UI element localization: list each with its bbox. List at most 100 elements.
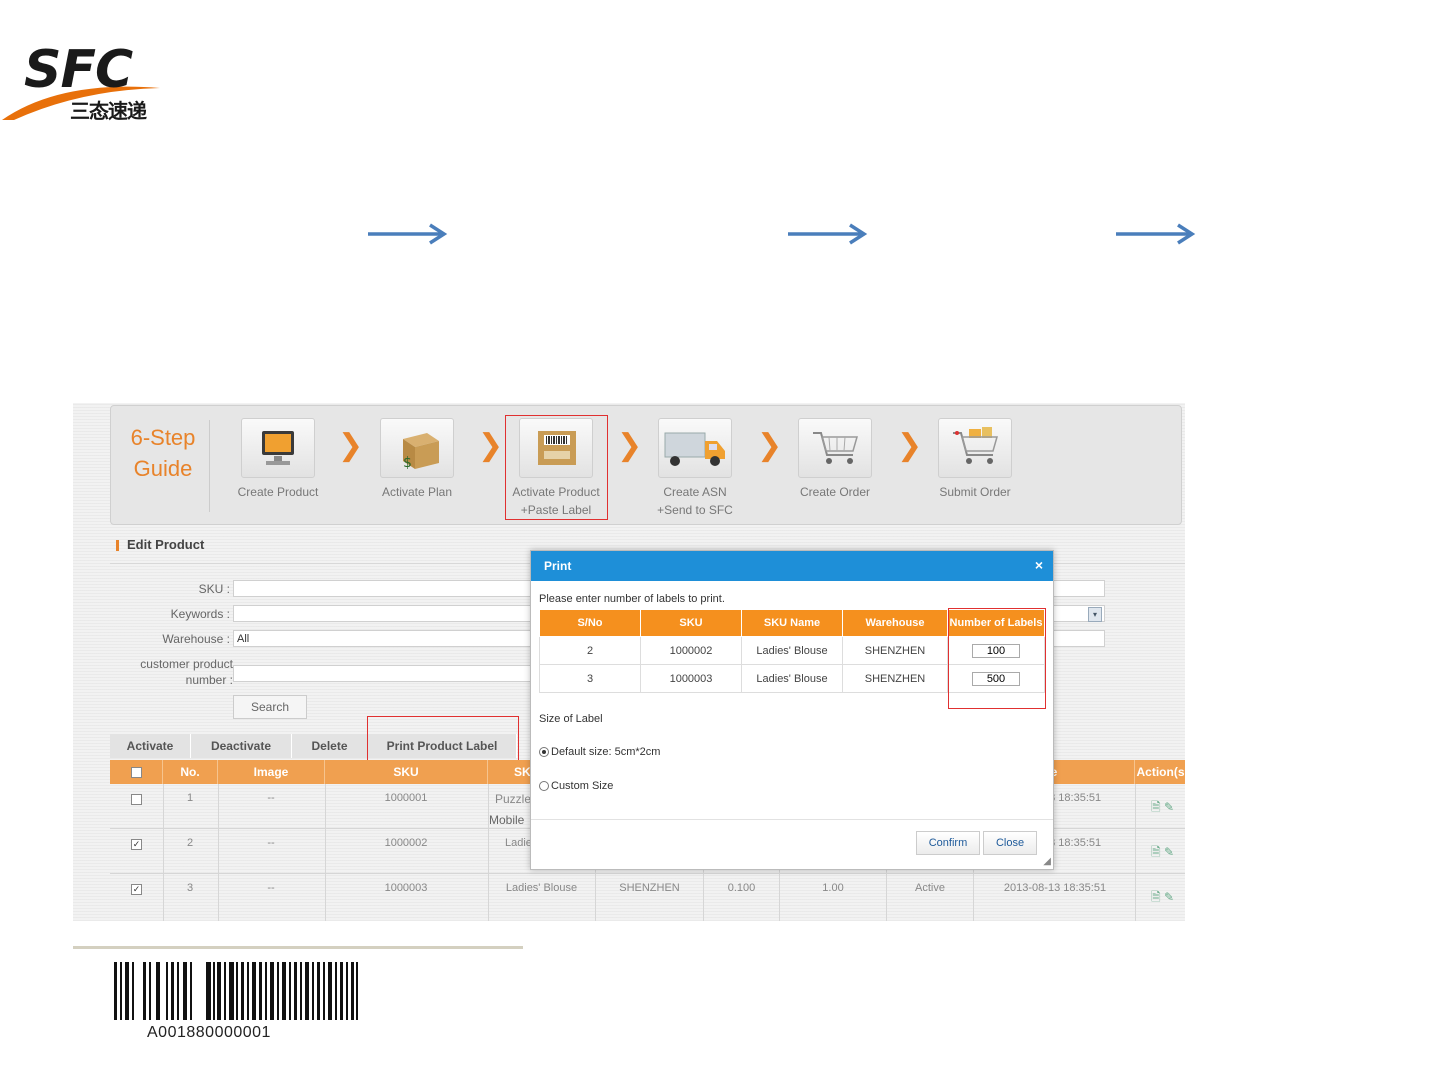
right-arrow-icon <box>368 223 448 245</box>
dialog-title: Print <box>544 559 572 573</box>
edit-icon[interactable]: ✎ <box>1164 800 1174 814</box>
radio-icon[interactable] <box>539 781 549 792</box>
guide-divider <box>209 420 210 512</box>
edit-icon[interactable]: ✎ <box>1164 845 1174 859</box>
cell-no: 1 <box>186 792 194 804</box>
custom-size-label: Custom Size <box>551 780 614 792</box>
truck-icon <box>658 418 732 478</box>
default-size-label: Default size: 5cm*2cm <box>551 746 661 758</box>
col-sku: SKU <box>640 609 742 637</box>
guide-title-line1: 6-Step <box>130 425 196 450</box>
six-step-guide: 6-Step Guide Create Product ❯ $ Activate… <box>110 405 1182 525</box>
row-checkbox[interactable] <box>131 794 142 805</box>
confirm-button[interactable]: Confirm <box>916 831 980 855</box>
edit-product-title: Edit Product <box>127 537 205 552</box>
cell-sku-name-line2: Mobile <box>489 813 525 827</box>
cell-sku: 1000002 <box>384 837 428 849</box>
select-all-header[interactable] <box>110 760 163 784</box>
customer-product-number-label: customer product number : <box>113 656 233 688</box>
cell-no: 3 <box>186 882 194 894</box>
sku-input[interactable] <box>233 580 533 597</box>
step-create-order[interactable]: Create Order <box>780 418 890 501</box>
step-label: Submit Order <box>939 485 1011 499</box>
svg-text:$: $ <box>403 455 412 471</box>
warehouse-select[interactable]: All <box>233 630 533 647</box>
cell-no: 2 <box>186 837 194 849</box>
edit-icon[interactable]: ✎ <box>1164 890 1174 904</box>
view-icon[interactable]: 🗎 <box>1151 890 1161 904</box>
keywords-input[interactable] <box>233 605 533 622</box>
step-label: Create Order <box>799 485 871 499</box>
warehouse-input-right[interactable] <box>1051 630 1105 647</box>
step-label-line2: +Send to SFC <box>657 503 733 517</box>
close-icon[interactable]: × <box>1035 557 1043 573</box>
custom-size-option[interactable]: Custom Size <box>539 780 613 792</box>
step-submit-order[interactable]: Submit Order <box>920 418 1030 501</box>
chevron-right-icon: ❯ <box>338 429 364 462</box>
right-arrow-icon <box>788 223 868 245</box>
deactivate-button[interactable]: Deactivate <box>191 734 292 758</box>
delete-button[interactable]: Delete <box>292 734 368 758</box>
row-checkbox-checked[interactable]: ✓ <box>131 839 142 850</box>
row-checkbox-checked[interactable]: ✓ <box>131 884 142 895</box>
customer-label-line1: customer product <box>140 657 233 671</box>
keywords-select[interactable]: ▾ <box>1051 605 1105 622</box>
cell-sku-name: Ladies' Blouse <box>505 882 578 894</box>
step-create-asn[interactable]: Create ASN +Send to SFC <box>640 418 750 519</box>
cell-sku: 1000003 <box>384 882 428 894</box>
step-activate-plan[interactable]: $ Activate Plan <box>362 418 472 501</box>
close-button[interactable]: Close <box>983 831 1037 855</box>
cell-weight: 0.100 <box>727 882 756 894</box>
cell-sku: 1000001 <box>384 792 428 804</box>
barcode-divider <box>73 946 523 949</box>
chevron-right-icon: ❯ <box>757 429 783 462</box>
activate-button[interactable]: Activate <box>110 734 191 758</box>
chevron-right-icon: ❯ <box>478 429 504 462</box>
default-size-option[interactable]: Default size: 5cm*2cm <box>539 746 660 758</box>
col-image: Image <box>218 760 325 784</box>
select-all-checkbox[interactable] <box>131 767 142 778</box>
loaded-cart-icon <box>938 418 1012 478</box>
row-actions: 🗎 ✎ <box>1151 843 1174 864</box>
step-label: Create Product <box>237 485 319 499</box>
search-button[interactable]: Search <box>233 695 307 719</box>
edit-product-heading: Edit Product <box>116 537 204 552</box>
cell-sku: 1000003 <box>640 664 742 693</box>
sku-label: SKU : <box>198 582 230 596</box>
chevron-right-icon: ❯ <box>897 429 923 462</box>
view-icon[interactable]: 🗎 <box>1151 800 1161 814</box>
size-of-label-heading: Size of Label <box>539 713 603 725</box>
highlight-print-product-label <box>367 716 519 762</box>
radio-selected-icon[interactable] <box>539 747 549 758</box>
cell-sku-name: Ladies' Blouse <box>741 664 843 693</box>
row-actions: 🗎 ✎ <box>1151 798 1174 819</box>
sku-input-right[interactable] <box>1051 580 1105 597</box>
cell-sku: 1000002 <box>640 636 742 665</box>
heading-accent <box>116 540 119 552</box>
box-dollar-icon: $ <box>380 418 454 478</box>
keywords-label: Keywords : <box>170 607 230 621</box>
cell-image: -- <box>267 837 275 849</box>
customer-product-number-input[interactable] <box>233 665 533 682</box>
cell-sno: 3 <box>539 664 641 693</box>
table-row[interactable]: ✓ 3 -- 1000003 Ladies' Blouse SHENZHEN 0… <box>110 874 1185 918</box>
col-no: No. <box>163 760 218 784</box>
chevron-right-icon: ❯ <box>617 429 643 462</box>
cell-image: -- <box>267 792 275 804</box>
dialog-footer-divider <box>531 819 1053 820</box>
step-label-line1: Create ASN <box>663 485 727 499</box>
col-actions: Action(s <box>1134 760 1185 784</box>
dialog-prompt: Please enter number of labels to print. <box>539 593 725 605</box>
cell-warehouse: SHENZHEN <box>842 636 948 665</box>
dialog-title-bar[interactable]: Print × <box>531 551 1053 581</box>
cell-value: 1.00 <box>822 882 844 894</box>
col-sku: SKU <box>325 760 488 784</box>
step-create-product[interactable]: Create Product <box>223 418 333 501</box>
cell-time: 13 18:35:51 <box>1043 837 1102 849</box>
cell-image: -- <box>267 882 275 894</box>
logo-chinese-name: 三态速递 <box>70 99 147 123</box>
view-icon[interactable]: 🗎 <box>1151 845 1161 859</box>
row-actions: 🗎 ✎ <box>1151 888 1174 909</box>
cell-time: 13 18:35:51 <box>1043 792 1102 804</box>
resize-handle-icon[interactable]: ◢ <box>1043 856 1051 867</box>
